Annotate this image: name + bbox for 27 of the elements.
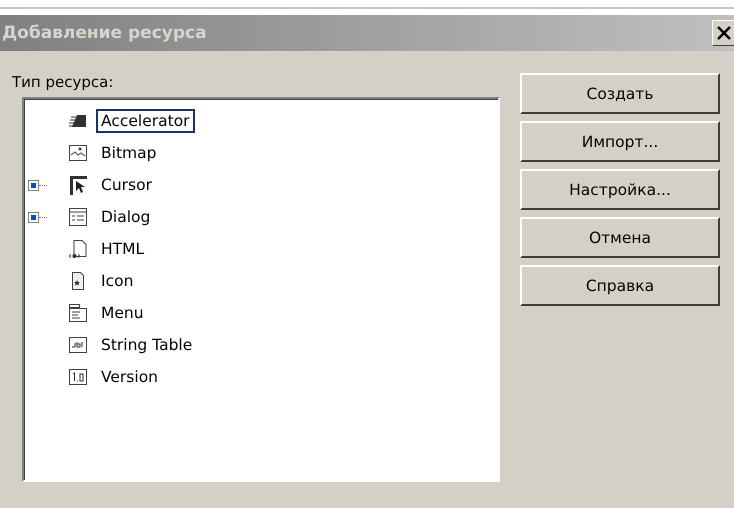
tree-item[interactable]: Cursor bbox=[96, 173, 157, 197]
dialog-button[interactable]: Импорт... bbox=[520, 121, 720, 162]
tree-item[interactable]: Bitmap bbox=[96, 141, 162, 165]
text-field-icon bbox=[68, 335, 88, 355]
tree-item[interactable]: Version bbox=[96, 365, 163, 389]
close-icon bbox=[716, 26, 732, 40]
image-icon bbox=[68, 143, 88, 163]
expand-toggle[interactable] bbox=[28, 212, 39, 222]
tree-item[interactable]: HTML bbox=[96, 237, 150, 261]
tree-item[interactable]: Menu bbox=[96, 301, 149, 325]
cursor-icon bbox=[68, 175, 88, 195]
dialog-button[interactable]: Отмена bbox=[520, 217, 720, 258]
dialog-icon bbox=[68, 207, 88, 227]
dialog-button[interactable]: Создать bbox=[520, 73, 720, 114]
dialog-button[interactable]: Справка bbox=[520, 265, 720, 306]
document-icon bbox=[68, 239, 88, 259]
dialog-button[interactable]: Настройка... bbox=[520, 169, 720, 210]
tree-item[interactable]: String Table bbox=[96, 333, 198, 357]
version-icon bbox=[68, 367, 88, 387]
close-button[interactable] bbox=[712, 20, 734, 46]
tree-item[interactable]: Icon bbox=[96, 269, 138, 293]
tree-item[interactable]: Accelerator bbox=[96, 109, 195, 133]
tree-item[interactable]: Dialog bbox=[96, 205, 156, 229]
tree-label: Тип ресурса: bbox=[12, 73, 114, 91]
window-title: Добавление ресурса bbox=[1, 23, 207, 43]
expand-toggle[interactable] bbox=[28, 180, 39, 190]
menu-window-icon bbox=[68, 303, 88, 323]
